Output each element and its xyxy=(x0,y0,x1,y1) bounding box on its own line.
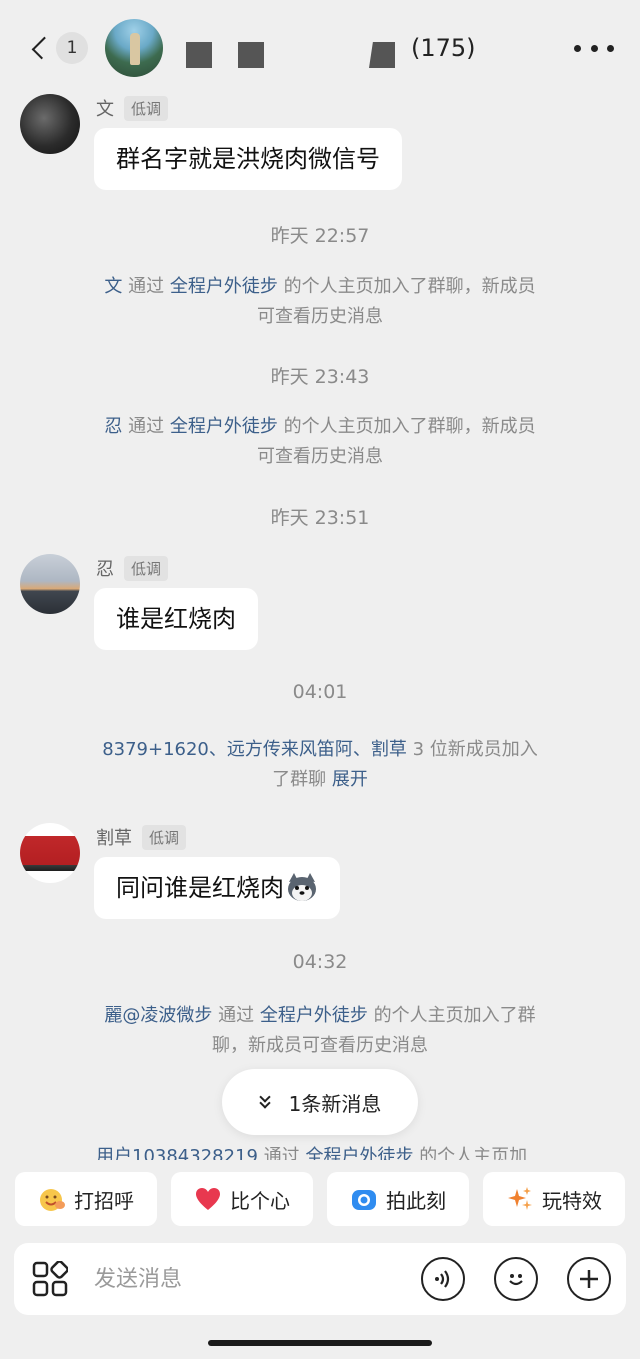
dot-icon xyxy=(607,44,614,52)
sender-name: 割草 xyxy=(96,828,132,849)
timestamp: 昨天 22:57 xyxy=(270,225,370,247)
smiley-icon xyxy=(509,1274,523,1286)
page-link[interactable]: 全程户外徒步 xyxy=(260,1005,368,1026)
sparkle-icon xyxy=(506,1185,534,1213)
avatar[interactable] xyxy=(20,554,80,614)
message-input[interactable] xyxy=(94,1259,394,1299)
timestamp: 昨天 23:43 xyxy=(270,366,370,388)
plus-icon xyxy=(580,1270,598,1288)
quick-action-capture[interactable]: 拍此刻 xyxy=(327,1172,469,1226)
double-chevron-down-icon xyxy=(258,1091,271,1109)
sender-name: 忍 xyxy=(96,559,114,580)
user-link[interactable]: 文 xyxy=(104,276,122,297)
more-actions-button[interactable] xyxy=(567,1257,611,1301)
member-tag: 低调 xyxy=(124,95,169,121)
member-tag: 低调 xyxy=(124,555,169,581)
emoji-button[interactable] xyxy=(494,1257,538,1301)
more-options-button[interactable] xyxy=(574,38,614,58)
voice-wave-icon xyxy=(435,1270,450,1288)
timestamp: 04:01 xyxy=(292,681,348,703)
dot-icon xyxy=(574,44,581,52)
message-bubble[interactable]: 谁是红烧肉 xyxy=(94,588,258,650)
member-tag: 低调 xyxy=(142,824,187,850)
system-message-partial: 用户10384328219 通过 全程户外徒步 的个人主页加 xyxy=(96,1146,528,1160)
camera-icon xyxy=(350,1185,378,1213)
system-message: 8379+1620、远方传来风笛阿、割草 3 位新成员加入 了群聊 展开 xyxy=(102,739,538,790)
new-messages-button[interactable]: 1条新消息 xyxy=(222,1069,418,1135)
redacted-name-block xyxy=(186,42,212,68)
chat-header: 1 (175) xyxy=(0,0,640,90)
unread-count-badge: 1 xyxy=(56,32,88,64)
member-count[interactable]: (175) xyxy=(411,34,476,62)
page-link[interactable]: 全程户外徒步 xyxy=(170,416,278,437)
expand-link[interactable]: 展开 xyxy=(332,769,368,790)
user-link[interactable]: 麗@凌波微步 xyxy=(104,1005,212,1026)
new-messages-label: 1条新消息 xyxy=(288,1091,382,1116)
message-input-bar xyxy=(14,1243,626,1315)
system-message: 忍 通过 全程户外徒步 的个人主页加入了群聊，新成员 可查看历史消息 xyxy=(104,416,536,467)
dot-icon xyxy=(590,44,598,52)
husky-emoji-icon xyxy=(288,873,316,901)
quick-action-greet[interactable]: 打招呼 xyxy=(15,1172,157,1226)
quick-actions-bar: 打招呼 比个心 拍此刻 玩特效 xyxy=(0,1164,640,1240)
timestamp: 04:32 xyxy=(292,951,348,973)
quick-action-effects[interactable]: 玩特效 xyxy=(483,1172,625,1226)
group-avatar[interactable] xyxy=(105,19,163,77)
sender-name: 文 xyxy=(96,99,114,120)
avatar[interactable] xyxy=(20,823,80,883)
system-message: 麗@凌波微步 通过 全程户外徒步 的个人主页加入了群 聊，新成员可查看历史消息 xyxy=(104,1005,536,1056)
chevron-left-icon xyxy=(31,36,55,60)
wave-emoji-icon xyxy=(38,1185,66,1213)
message-bubble[interactable]: 同问谁是红烧肉 xyxy=(94,857,340,919)
message-bubble[interactable]: 群名字就是洪烧肉微信号 xyxy=(94,128,402,190)
new-members-link[interactable]: 8379+1620、远方传来风笛阿、割草 xyxy=(102,739,407,760)
apps-grid-icon[interactable] xyxy=(32,1260,69,1297)
avatar[interactable] xyxy=(20,94,80,154)
page-link[interactable]: 全程户外徒步 xyxy=(170,276,278,297)
user-link[interactable]: 忍 xyxy=(104,416,122,437)
timestamp: 昨天 23:51 xyxy=(270,507,370,529)
home-indicator[interactable] xyxy=(208,1340,432,1346)
redacted-name-block xyxy=(238,42,264,68)
voice-button[interactable] xyxy=(421,1257,465,1301)
system-message: 文 通过 全程户外徒步 的个人主页加入了群聊，新成员 可查看历史消息 xyxy=(104,276,536,327)
chat-message-list[interactable]: 文 低调 群名字就是洪烧肉微信号 昨天 22:57 文 通过 全程户外徒步 的个… xyxy=(0,90,640,1170)
heart-icon xyxy=(194,1185,222,1213)
redacted-name-block xyxy=(369,42,395,68)
quick-action-heart[interactable]: 比个心 xyxy=(171,1172,313,1226)
back-button[interactable]: 1 xyxy=(28,30,88,66)
